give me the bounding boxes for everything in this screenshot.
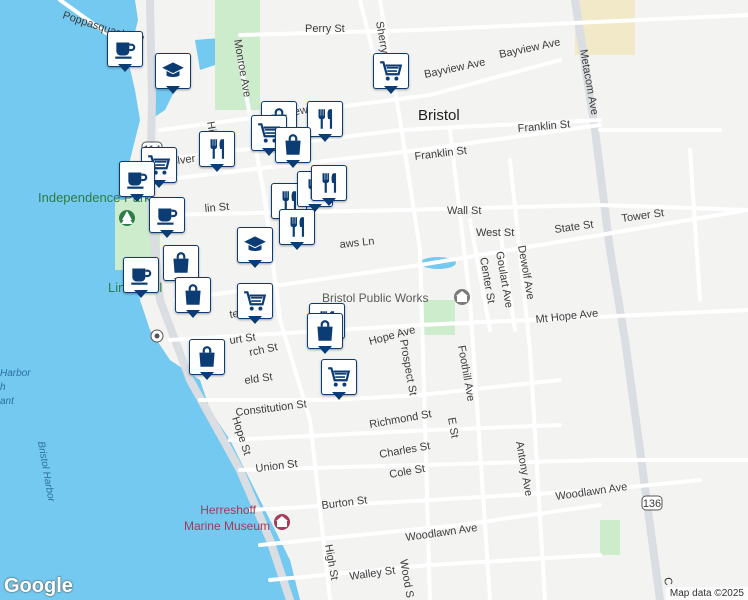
public-works-icon xyxy=(454,289,470,305)
city-label: Bristol xyxy=(418,107,460,124)
marker-bag-6[interactable] xyxy=(189,339,225,381)
marker-restaurant-1[interactable] xyxy=(307,101,343,143)
marker-bag-2[interactable] xyxy=(275,127,311,169)
cart-icon xyxy=(242,288,268,314)
coffee-icon xyxy=(154,202,180,228)
google-logo: Google xyxy=(4,575,73,597)
marker-cart-5[interactable] xyxy=(321,359,357,401)
bag-icon xyxy=(168,250,194,276)
harbor-fragment-1: Harbor xyxy=(0,368,31,379)
school-icon xyxy=(160,58,186,84)
museum-icon xyxy=(274,514,290,530)
coffee-icon xyxy=(128,262,154,288)
marker-coffee-1[interactable] xyxy=(107,31,143,73)
bag-icon xyxy=(194,344,220,370)
museum-label-line2: Marine Museum xyxy=(184,519,270,533)
marker-coffee-4[interactable] xyxy=(123,257,159,299)
restaurant-icon xyxy=(284,214,310,240)
cart-icon xyxy=(378,58,404,84)
ferry-icon xyxy=(150,329,164,343)
bag-icon xyxy=(312,318,338,344)
street-label-wall: Wall St xyxy=(447,205,481,217)
street-label-perry: Perry St xyxy=(305,23,345,35)
bag-icon xyxy=(180,282,206,308)
bag-icon xyxy=(280,132,306,158)
marker-school-2[interactable] xyxy=(237,227,273,269)
marker-cart-4[interactable] xyxy=(237,283,273,325)
street-label-west: West St xyxy=(476,227,514,239)
street-label-bradford: lin St xyxy=(204,201,229,215)
route-shield-136: 136 xyxy=(641,495,663,511)
museum-label-line1: Herreshoff xyxy=(200,503,256,517)
marker-restaurant-5[interactable] xyxy=(311,165,347,207)
restaurant-icon xyxy=(312,106,338,132)
marker-coffee-3[interactable] xyxy=(149,197,185,239)
marker-cart-1[interactable] xyxy=(373,53,409,95)
marker-school-1[interactable] xyxy=(155,53,191,95)
school-icon xyxy=(242,232,268,258)
cart-icon xyxy=(326,364,352,390)
marker-bag-4[interactable] xyxy=(175,277,211,319)
restaurant-icon xyxy=(316,170,342,196)
coffee-icon xyxy=(124,166,150,192)
park-icon xyxy=(119,210,135,226)
marker-restaurant-6[interactable] xyxy=(279,209,315,251)
harbor-fragment-3: ant xyxy=(0,396,15,407)
marker-restaurant-2[interactable] xyxy=(199,131,235,173)
coffee-icon xyxy=(112,36,138,62)
map-attribution[interactable]: Map data ©2025 xyxy=(665,587,748,600)
park-east xyxy=(600,520,620,555)
svg-text:136: 136 xyxy=(643,498,661,510)
marker-bag-5[interactable] xyxy=(307,313,343,355)
restaurant-icon xyxy=(204,136,230,162)
harbor-fragment-2: h xyxy=(0,382,6,393)
park-field xyxy=(420,300,455,335)
